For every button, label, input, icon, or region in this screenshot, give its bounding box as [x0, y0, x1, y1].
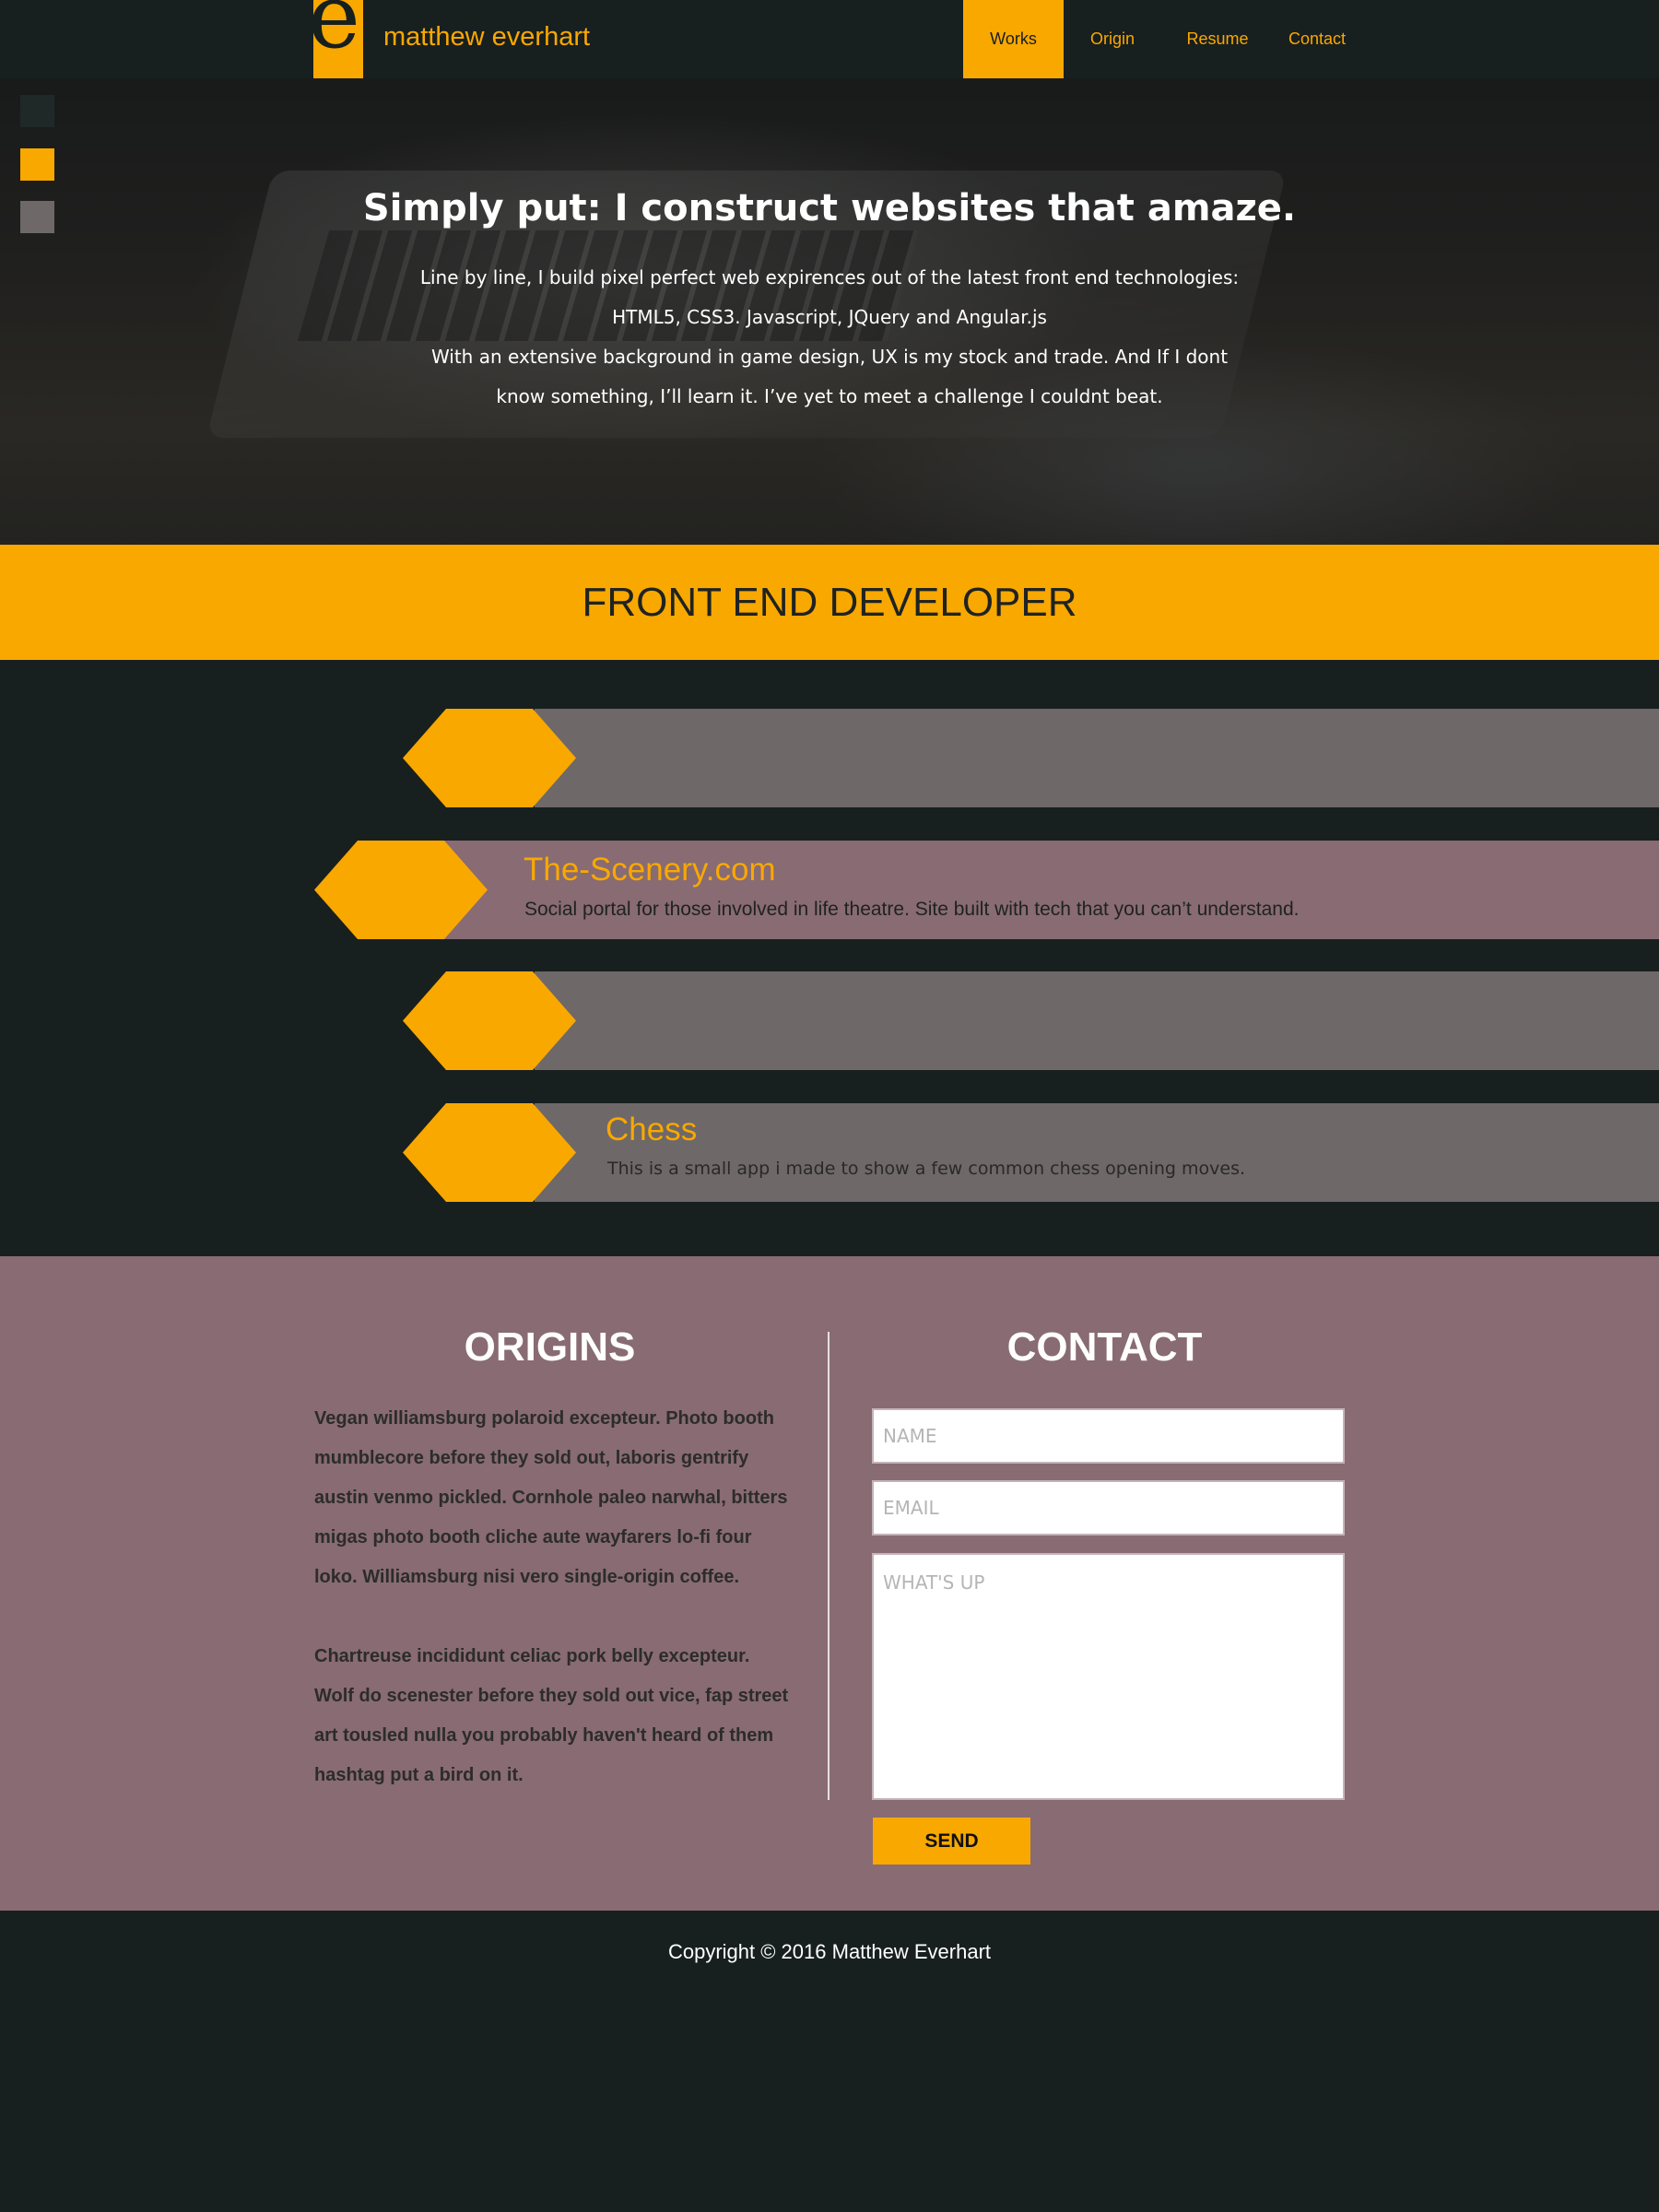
- logo-letter: e: [313, 0, 360, 68]
- section-divider: [828, 1332, 830, 1800]
- origins-contact-section: ORIGINS Vegan williamsburg polaroid exce…: [0, 1256, 1659, 1911]
- hero-line-1: Line by line, I build pixel perfect web …: [419, 266, 1240, 288]
- nav-works[interactable]: Works: [963, 0, 1064, 78]
- work-title-2[interactable]: The-Scenery.com: [524, 852, 776, 888]
- brand-name[interactable]: matthew everhart: [383, 22, 590, 53]
- hero-section: Simply put: I construct websites that am…: [0, 78, 1659, 545]
- work-item-1[interactable]: [535, 709, 1659, 807]
- nav-resume[interactable]: Resume: [1169, 0, 1266, 78]
- side-nav-dot-1[interactable]: [20, 95, 54, 127]
- top-nav: e matthew everhart Works Origin Resume C…: [0, 0, 1659, 78]
- nav-origin[interactable]: Origin: [1064, 0, 1161, 78]
- origins-paragraph-1: Vegan williamsburg polaroid excepteur. P…: [314, 1408, 788, 1587]
- side-nav-dot-2[interactable]: [20, 148, 54, 181]
- hero-line-2: HTML5, CSS3. Javascript, JQuery and Angu…: [612, 306, 1047, 328]
- hero-line-3: With an extensive background in game des…: [430, 346, 1229, 368]
- name-field[interactable]: [872, 1408, 1345, 1464]
- role-banner: FRONT END DEVELOPER: [0, 545, 1659, 660]
- origins-title: ORIGINS: [464, 1324, 636, 1370]
- hero-title: Simply put: I construct websites that am…: [362, 187, 1297, 229]
- message-field[interactable]: [872, 1553, 1345, 1800]
- work-desc-2: Social portal for those involved in life…: [524, 899, 1300, 920]
- work-item-3[interactable]: [535, 971, 1659, 1070]
- work-title-4[interactable]: Chess: [606, 1112, 697, 1148]
- origins-paragraph-2: Chartreuse incididunt celiac pork belly …: [314, 1646, 789, 1785]
- copyright: Copyright © 2016 Matthew Everhart: [667, 1940, 992, 1963]
- email-field[interactable]: [872, 1480, 1345, 1535]
- name-input[interactable]: [883, 1410, 1334, 1462]
- nav-contact[interactable]: Contact: [1268, 0, 1366, 78]
- footer: Copyright © 2016 Matthew Everhart: [0, 1911, 1659, 2212]
- logo[interactable]: e: [313, 0, 363, 78]
- hero-line-4: know something, I’ll learn it. I’ve yet …: [496, 385, 1163, 407]
- role-title: FRONT END DEVELOPER: [582, 580, 1077, 625]
- send-button[interactable]: SEND: [873, 1818, 1030, 1865]
- work-desc-4: This is a small app i made to show a few…: [607, 1159, 1246, 1179]
- email-input[interactable]: [883, 1482, 1334, 1534]
- work-item-4[interactable]: [535, 1103, 1659, 1202]
- message-input[interactable]: [883, 1571, 1334, 1798]
- contact-title: CONTACT: [1006, 1324, 1203, 1370]
